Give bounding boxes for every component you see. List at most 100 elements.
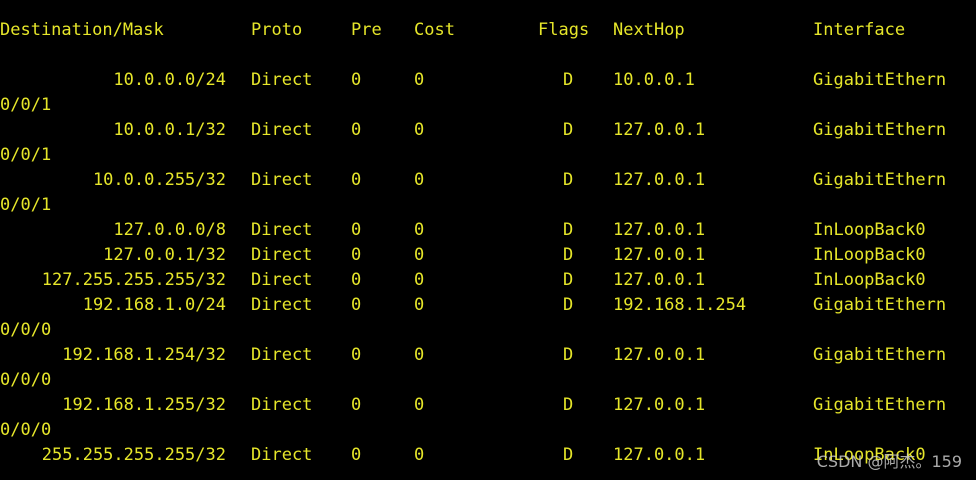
route-flag: D [563, 445, 574, 465]
header-proto: Proto [251, 20, 303, 40]
table-row: 127.0.0.0/8 Direct 0 0 D 127.0.0.1 InLoopBack0 [0, 218, 976, 243]
route-proto: Direct [251, 295, 313, 315]
route-flag: D [563, 70, 574, 90]
route-flag: D [563, 270, 574, 290]
route-nexthop: 127.0.0.1 [613, 220, 706, 240]
table-row: 127.0.0.1/32 Direct 0 0 D 127.0.0.1 InLoopBack… [0, 243, 976, 268]
route-destination: 10.0.0.0/24 [113, 70, 226, 90]
header-nexthop: NextHop [613, 20, 685, 40]
table-row: 10.0.0.1/32 Direct 0 0 D 127.0.0.1 GigabitEthe… [0, 118, 976, 143]
route-interface: GigabitEthern [813, 70, 947, 90]
route-interface-continuation: 0/0/0 [0, 320, 52, 340]
route-proto: Direct [251, 245, 313, 265]
header-cost: Cost [414, 20, 455, 40]
table-row-wrap: 0/0/0 [0, 368, 976, 393]
table-row-wrap: 0/0/1 [0, 193, 976, 218]
route-proto: Direct [251, 70, 313, 90]
route-proto: Direct [251, 170, 313, 190]
route-proto: Direct [251, 270, 313, 290]
route-interface: InLoopBack0 [813, 245, 926, 265]
route-flag: D [563, 295, 574, 315]
route-nexthop: 127.0.0.1 [613, 395, 706, 415]
route-interface-continuation: 0/0/1 [0, 145, 52, 165]
route-destination: 10.0.0.255/32 [92, 170, 226, 190]
table-row: 192.168.1.0/24 Direct 0 0 D 192.168.1.254 Giga… [0, 293, 976, 318]
route-flag: D [563, 120, 574, 140]
route-interface-continuation: 0/0/0 [0, 420, 52, 440]
route-proto: Direct [251, 345, 313, 365]
route-pre: 0 [351, 170, 362, 190]
route-cost: 0 [414, 345, 425, 365]
route-interface-continuation: 0/0/1 [0, 95, 52, 115]
route-destination: 10.0.0.1/32 [113, 120, 226, 140]
route-flag: D [563, 170, 574, 190]
header-interface: Interface [813, 20, 906, 40]
terminal-window: Destination/Mask Proto Pre Cost Flags Ne… [0, 0, 976, 480]
table-row: 192.168.1.254/32 Direct 0 0 D 127.0.0.1 Gigabi… [0, 343, 976, 368]
route-destination: 192.168.1.254/32 [62, 345, 226, 365]
route-pre: 0 [351, 270, 362, 290]
route-nexthop: 127.0.0.1 [613, 345, 706, 365]
route-destination: 255.255.255.255/32 [41, 445, 226, 465]
watermark: CSDN @阿杰。159 [816, 452, 962, 471]
route-destination: 127.255.255.255/32 [41, 270, 226, 290]
table-row: 10.0.0.255/32 Direct 0 0 D 127.0.0.1 GigabitEt… [0, 168, 976, 193]
header-flags: Flags [538, 20, 590, 40]
route-destination: 127.0.0.1/32 [103, 245, 226, 265]
route-pre: 0 [351, 220, 362, 240]
table-row-wrap: 0/0/1 [0, 143, 976, 168]
route-interface: GigabitEthern [813, 170, 947, 190]
route-destination: 192.168.1.0/24 [82, 295, 226, 315]
route-cost: 0 [414, 70, 425, 90]
route-pre: 0 [351, 395, 362, 415]
route-proto: Direct [251, 445, 313, 465]
header-pre: Pre [351, 20, 382, 40]
route-pre: 0 [351, 295, 362, 315]
route-proto: Direct [251, 120, 313, 140]
route-pre: 0 [351, 245, 362, 265]
route-nexthop: 127.0.0.1 [613, 170, 706, 190]
route-cost: 0 [414, 295, 425, 315]
table-row-wrap: 0/0/0 [0, 418, 976, 443]
route-cost: 0 [414, 220, 425, 240]
route-destination: 192.168.1.255/32 [62, 395, 226, 415]
route-flag: D [563, 220, 574, 240]
route-pre: 0 [351, 345, 362, 365]
route-proto: Direct [251, 220, 313, 240]
route-cost: 0 [414, 445, 425, 465]
route-nexthop: 127.0.0.1 [613, 120, 706, 140]
table-row: 127.255.255.255/32 Direct 0 0 D 127.0.0.1 InLo… [0, 268, 976, 293]
route-interface: GigabitEthern [813, 345, 947, 365]
route-cost: 0 [414, 395, 425, 415]
route-pre: 0 [351, 445, 362, 465]
route-interface-continuation: 0/0/1 [0, 195, 52, 215]
route-interface: GigabitEthern [813, 395, 947, 415]
route-flag: D [563, 395, 574, 415]
route-interface-continuation: 0/0/0 [0, 370, 52, 390]
route-pre: 0 [351, 120, 362, 140]
route-interface: InLoopBack0 [813, 270, 926, 290]
route-nexthop: 127.0.0.1 [613, 245, 706, 265]
route-interface: GigabitEthern [813, 120, 947, 140]
route-nexthop: 10.0.0.1 [613, 70, 695, 90]
route-cost: 0 [414, 120, 425, 140]
route-pre: 0 [351, 70, 362, 90]
table-row: 10.0.0.0/24 Direct 0 0 D 10.0.0.1 GigabitEther… [0, 68, 976, 93]
route-cost: 0 [414, 170, 425, 190]
route-cost: 0 [414, 270, 425, 290]
route-interface: GigabitEthern [813, 295, 947, 315]
table-row-wrap: 0/0/0 [0, 318, 976, 343]
route-flag: D [563, 345, 574, 365]
route-flag: D [563, 245, 574, 265]
routing-table-header: Destination/Mask Proto Pre Cost Flags Ne… [0, 18, 976, 43]
route-proto: Direct [251, 395, 313, 415]
header-destination: Destination/Mask [0, 20, 164, 40]
route-interface: InLoopBack0 [813, 220, 926, 240]
table-row: 192.168.1.255/32 Direct 0 0 D 127.0.0.1 Gigabi… [0, 393, 976, 418]
route-nexthop: 127.0.0.1 [613, 445, 706, 465]
route-nexthop: 192.168.1.254 [613, 295, 747, 315]
route-cost: 0 [414, 245, 425, 265]
route-destination: 127.0.0.0/8 [113, 220, 226, 240]
table-row-wrap: 0/0/1 [0, 93, 976, 118]
route-nexthop: 127.0.0.1 [613, 270, 706, 290]
